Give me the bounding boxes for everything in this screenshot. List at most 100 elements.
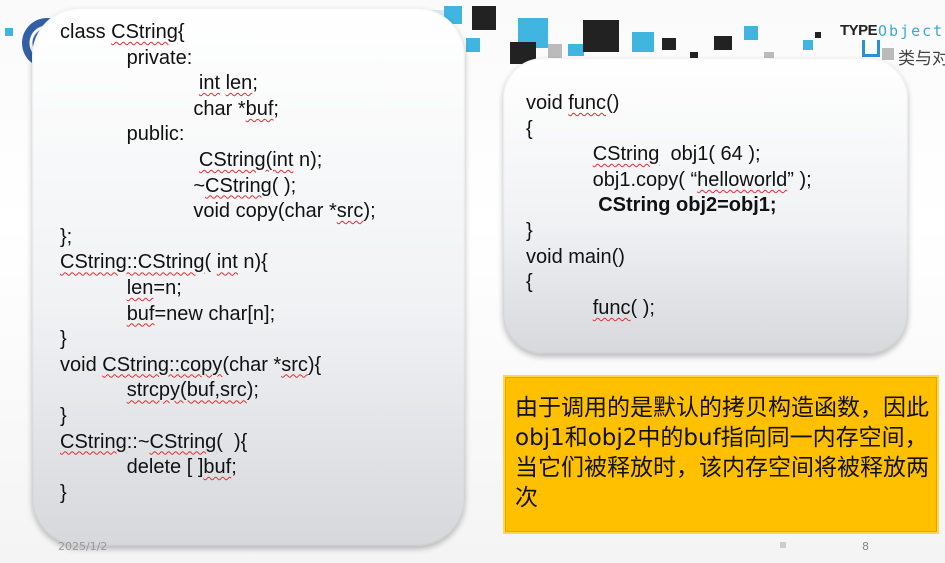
code-token: int	[216, 251, 238, 274]
code-token: n);	[293, 148, 323, 171]
deco-square	[815, 32, 821, 38]
code-token: ~	[60, 174, 206, 197]
code-token: ” );	[787, 168, 812, 191]
code-line: CString::CString( int n){	[60, 250, 376, 276]
code-token: }	[60, 404, 67, 427]
code-line: buf=new char[n];	[60, 302, 376, 328]
deco-square	[714, 36, 732, 50]
code-line: CString::~CString( ){	[60, 430, 376, 456]
header-glyph-icon	[862, 40, 880, 57]
code-line: CString obj2=obj1;	[526, 193, 812, 219]
deco-square	[466, 38, 480, 52]
deco-square	[662, 38, 676, 50]
code-token: CString(int	[198, 148, 294, 171]
type-label: TYPE	[840, 22, 878, 39]
code-token: buf	[203, 456, 232, 479]
deco-square	[744, 26, 758, 40]
code-token: {	[177, 21, 185, 43]
code-token: char *	[60, 97, 246, 120]
code-token: =new char[n];	[154, 302, 276, 325]
code-token: CString::CString	[60, 251, 205, 274]
deco-square	[548, 44, 562, 58]
code-line: }	[60, 404, 376, 430]
code-line: len=n;	[60, 276, 376, 302]
code-token: func	[592, 296, 631, 319]
code-token: delete [ ]	[60, 456, 204, 479]
code-line: func( );	[526, 296, 812, 322]
explanation-text: 由于调用的是默认的拷贝构造函数，因此obj1和obj2中的buf指向同一内存空间…	[515, 395, 929, 511]
code-line: {	[526, 270, 812, 296]
code-token: void	[526, 92, 569, 114]
code-token: =n;	[153, 276, 182, 299]
slide: 电子 TYPE Object 类与对 class CString{ privat…	[0, 0, 945, 563]
explanation-note: 由于调用的是默认的拷贝构造函数，因此obj1和obj2中的buf指向同一内存空间…	[503, 375, 939, 534]
code-token: src	[281, 353, 308, 376]
code-line: int len;	[60, 71, 376, 97]
code-token: }	[526, 219, 533, 242]
code-token: };	[60, 225, 73, 248]
code-token: buf	[126, 302, 155, 325]
code-token: ()	[606, 92, 620, 114]
code-line: class CString{	[60, 20, 376, 46]
code-line: }	[60, 481, 376, 507]
slide-date: 2025/1/2	[58, 540, 108, 553]
code-line: void CString::copy(char *src){	[60, 353, 376, 379]
code-token: ;	[252, 72, 258, 95]
code-line: private:	[60, 46, 376, 72]
code-token: len	[225, 72, 253, 95]
class-definition-code: class CString{ private: int len; char *b…	[60, 20, 376, 506]
deco-square	[5, 28, 13, 36]
code-token: void	[60, 353, 103, 376]
code-token: ;	[231, 456, 237, 479]
code-token: ){	[307, 353, 322, 376]
code-token: (char *	[222, 353, 282, 376]
code-token: obj1( 64 );	[659, 143, 761, 166]
code-token: );	[363, 200, 376, 223]
code-line: strcpy(buf,src);	[60, 378, 376, 404]
code-line: }	[526, 219, 812, 245]
header-square-icon	[882, 48, 894, 60]
code-token: int	[198, 72, 221, 95]
code-token: strcpy(buf,src	[126, 379, 247, 402]
code-token: private:	[60, 46, 193, 69]
code-token: ( );	[630, 296, 655, 319]
code-line: CString obj1( 64 );	[526, 142, 812, 168]
code-token: (	[204, 251, 217, 274]
code-token: );	[246, 379, 259, 402]
code-token: void main()	[526, 245, 625, 268]
code-token: CString	[205, 174, 272, 197]
code-token: CString	[149, 430, 217, 453]
code-token: len	[126, 276, 154, 299]
code-token: CString::copy	[102, 353, 223, 376]
code-token: buf	[245, 97, 274, 120]
code-token: {	[526, 271, 533, 294]
code-token: ( ){	[216, 430, 248, 453]
code-token: CString	[60, 430, 127, 453]
code-token: src	[336, 200, 364, 223]
code-line: void main()	[526, 245, 812, 271]
code-token: helloworld	[697, 168, 788, 191]
page-number: 8	[862, 540, 869, 553]
code-token: public:	[60, 123, 185, 146]
code-token: CString obj2=obj1;	[526, 194, 777, 217]
usage-code: void func () { CString obj1( 64 ); obj1.co…	[526, 91, 812, 321]
code-token: ;	[273, 97, 279, 120]
code-line: ~CString( );	[60, 174, 376, 200]
deco-square	[472, 6, 496, 30]
code-line: };	[60, 225, 376, 251]
code-token: n){	[237, 251, 268, 274]
code-token: {	[526, 117, 533, 140]
code-token: }	[60, 328, 67, 351]
code-token: }	[60, 481, 67, 504]
deco-square	[632, 32, 654, 52]
code-token: CString	[592, 143, 660, 166]
code-line: }	[60, 327, 376, 353]
code-line: obj1.copy( “helloworld” );	[526, 168, 812, 194]
code-line: void copy(char *src);	[60, 199, 376, 225]
code-token: ::~	[126, 430, 150, 453]
